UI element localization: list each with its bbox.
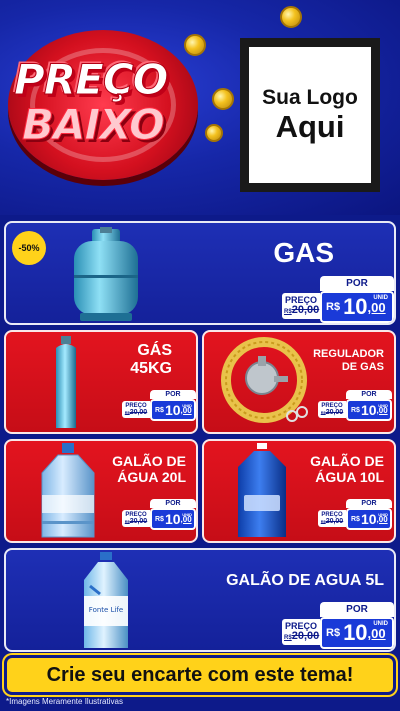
coin-icon xyxy=(212,88,234,110)
product-name: GALÃO DE AGUA 5L xyxy=(226,572,384,589)
new-price: R$ 10 ,00 UNID xyxy=(320,291,394,323)
product-card-galao-10l[interactable]: GALÃO DE ÁGUA 10L PREÇO R$20,00 POR R$ 1… xyxy=(202,439,396,543)
price-tag: PREÇO R$20,00 POR R$ 10 ,00 UNID xyxy=(122,499,196,530)
price-tag: PREÇO R$20,00 POR R$ 10 ,00 UNID xyxy=(282,602,394,649)
logo-text-line2: Aqui xyxy=(275,108,345,144)
water-jug-10l-icon xyxy=(238,443,286,537)
bottle-brand-label: Fonte Life xyxy=(89,606,123,614)
product-card-regulador[interactable]: REGULADOR DE GAS PREÇO R$20,00 POR R$ 10… xyxy=(202,330,396,434)
title-line1: PREÇO xyxy=(13,55,168,105)
product-name: GÁS 45KG xyxy=(130,342,172,378)
logo-text-line1: Sua Logo xyxy=(262,86,358,110)
water-jug-20l-icon xyxy=(41,443,95,538)
product-card-gas[interactable]: -50% GAS PREÇO R$20,00 POR R$ 10 ,00 UNI… xyxy=(4,221,396,325)
disclaimer-text: *Imagens Meramente Ilustrativas xyxy=(6,697,123,706)
discount-badge: -50% xyxy=(12,231,46,265)
price-tag: PREÇO R$20,00 POR R$ 10 ,00 UNID xyxy=(318,390,392,421)
product-name: GALÃO DE ÁGUA 10L xyxy=(310,453,384,486)
coin-icon xyxy=(184,34,206,56)
price-tag: PREÇO R$20,00 POR R$ 10 ,00 UNID xyxy=(318,499,392,530)
tall-gas-cylinder-icon xyxy=(56,336,76,428)
product-card-galao-20l[interactable]: GALÃO DE ÁGUA 20L PREÇO R$20,00 POR R$ 1… xyxy=(4,439,198,543)
product-card-galao-5l[interactable]: Fonte Life GALÃO DE AGUA 5L PREÇO R$20,0… xyxy=(4,548,396,652)
product-card-gas-45kg[interactable]: GÁS 45KG PREÇO R$20,00 POR R$ 10 ,00 UNI… xyxy=(4,330,198,434)
coin-icon xyxy=(205,124,223,142)
por-label: POR xyxy=(320,276,394,291)
old-price: PREÇO R$20,00 xyxy=(282,293,320,319)
product-name: GAS xyxy=(273,237,334,268)
cta-button[interactable]: Crie seu encarte com este tema! xyxy=(4,655,396,695)
water-bottle-5l-icon: Fonte Life xyxy=(84,552,128,648)
title-line2: BAIXO xyxy=(22,100,166,150)
coin-icon xyxy=(280,6,302,28)
gas-regulator-icon xyxy=(221,337,308,423)
header-banner: PREÇO BAIXO Sua Logo Aqui xyxy=(0,0,400,215)
price-tag: PREÇO R$20,00 POR R$ 10 ,00 UNID xyxy=(122,390,196,421)
old-price-value: R$20,00 xyxy=(284,304,320,316)
product-name: REGULADOR DE GAS xyxy=(313,348,384,373)
product-name: GALÃO DE ÁGUA 20L xyxy=(112,453,186,486)
price-tag: PREÇO R$20,00 POR R$ 10 ,00 UNID xyxy=(282,276,394,323)
gas-cylinder-icon xyxy=(74,227,138,321)
logo-placeholder[interactable]: Sua Logo Aqui xyxy=(240,38,380,192)
